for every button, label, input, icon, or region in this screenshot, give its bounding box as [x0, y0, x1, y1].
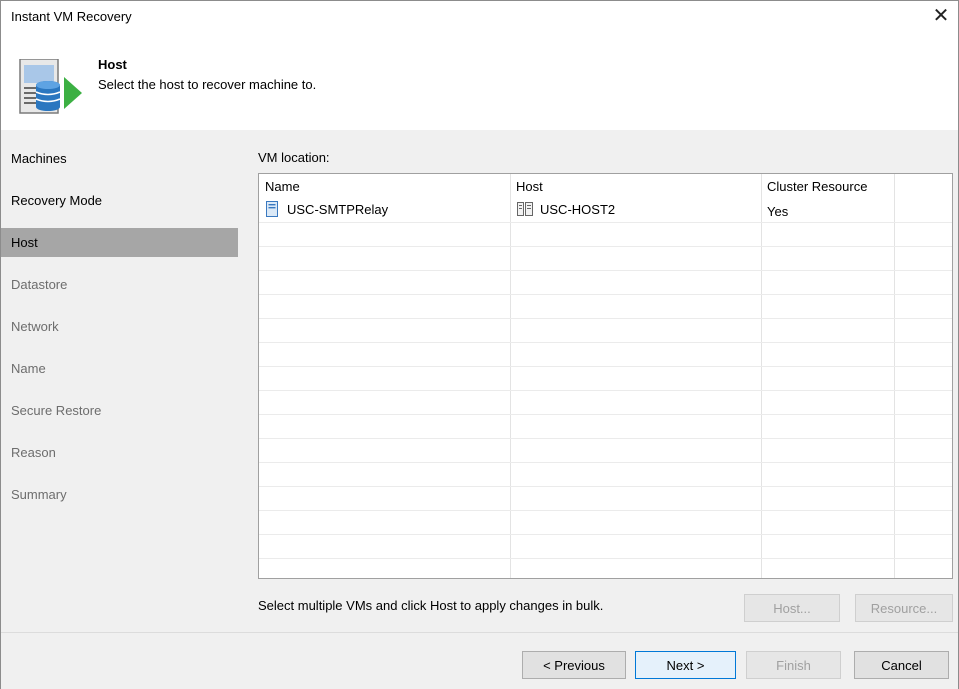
- wizard-header: Host Select the host to recover machine …: [1, 31, 958, 129]
- row-divider: [259, 390, 952, 391]
- row-divider: [259, 510, 952, 511]
- row-divider: [259, 414, 952, 415]
- row-divider: [259, 558, 952, 559]
- row-divider: [259, 342, 952, 343]
- vm-recovery-icon: [19, 59, 82, 114]
- instant-vm-recovery-dialog: Instant VM Recovery ✕ Host Select the ho…: [0, 0, 959, 689]
- column-separator[interactable]: [894, 174, 895, 578]
- row-divider: [259, 534, 952, 535]
- table-row[interactable]: USC-SMTPRelay USC-HOST2 Yes: [259, 198, 952, 222]
- nav-item-name: Name: [11, 361, 46, 376]
- vm-icon: [266, 201, 278, 217]
- nav-item-datastore: Datastore: [11, 277, 68, 292]
- nav-item-network: Network: [11, 319, 59, 334]
- nav-item-recovery-mode[interactable]: Recovery Mode: [1, 186, 238, 215]
- row-divider: [259, 270, 952, 271]
- row-divider: [259, 246, 952, 247]
- step-title: Host: [98, 57, 127, 72]
- row-divider: [259, 366, 952, 367]
- wizard-footer: < Previous Next > Finish Cancel: [1, 632, 958, 689]
- wizard-steps-sidebar: Machines Recovery Mode Host Datastore Ne…: [1, 130, 238, 632]
- column-header-name[interactable]: Name: [265, 179, 300, 194]
- bulk-hint-text: Select multiple VMs and click Host to ap…: [258, 598, 604, 613]
- window-title: Instant VM Recovery: [11, 9, 132, 24]
- row-divider: [259, 486, 952, 487]
- title-bar: Instant VM Recovery ✕: [1, 1, 958, 31]
- cancel-button[interactable]: Cancel: [854, 651, 949, 679]
- step-subtitle: Select the host to recover machine to.: [98, 77, 317, 92]
- finish-button[interactable]: Finish: [746, 651, 841, 679]
- host-button[interactable]: Host...: [744, 594, 840, 622]
- next-button[interactable]: Next >: [635, 651, 736, 679]
- previous-button[interactable]: < Previous: [522, 651, 626, 679]
- host-server-icon: [517, 202, 533, 216]
- nav-item-reason: Reason: [11, 445, 56, 460]
- host-cell: USC-HOST2: [540, 202, 616, 217]
- row-divider: [259, 222, 952, 223]
- row-divider: [259, 438, 952, 439]
- column-separator[interactable]: [761, 174, 762, 578]
- close-icon: ✕: [932, 5, 950, 27]
- resource-button[interactable]: Resource...: [855, 594, 953, 622]
- column-separator[interactable]: [510, 174, 511, 578]
- row-divider: [259, 462, 952, 463]
- vm-name-cell: USC-SMTPRelay: [287, 202, 389, 217]
- table-header: Name Host Cluster Resource: [259, 174, 952, 198]
- nav-item-machines[interactable]: Machines: [1, 144, 238, 173]
- row-divider: [259, 294, 952, 295]
- nav-item-secure-restore: Secure Restore: [11, 403, 102, 418]
- vm-location-table[interactable]: Name Host Cluster Resource USC-SMTPRelay: [258, 173, 953, 579]
- content-panel: VM location: Name Host Cluster Resource …: [238, 130, 958, 632]
- nav-item-host[interactable]: Host: [1, 228, 238, 257]
- row-divider: [259, 318, 952, 319]
- column-header-cluster-resource[interactable]: Cluster Resource: [767, 179, 867, 194]
- column-header-host[interactable]: Host: [516, 179, 543, 194]
- close-button[interactable]: ✕: [928, 3, 954, 29]
- vm-location-label: VM location:: [258, 150, 330, 165]
- nav-item-summary: Summary: [11, 487, 67, 502]
- cluster-resource-cell: Yes: [767, 204, 789, 219]
